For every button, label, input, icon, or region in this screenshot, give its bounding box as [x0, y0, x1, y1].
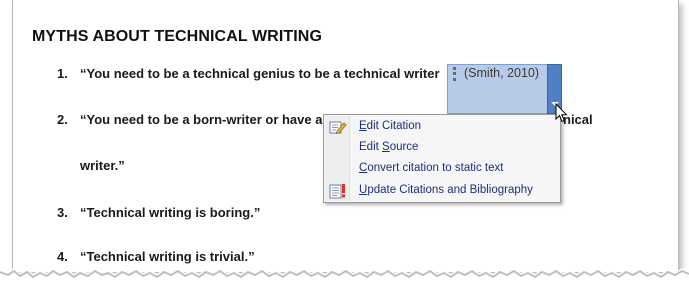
- citation-drag-handle[interactable]: [449, 66, 459, 82]
- menu-item-update-citations[interactable]: Update Citations and Bibliography: [325, 181, 559, 201]
- list-item-text: “Technical writing is boring.”: [80, 205, 261, 220]
- list-number: 4.: [57, 249, 68, 264]
- list-number: 3.: [57, 205, 68, 220]
- menu-item-label: Update Citations and Bibliography: [359, 184, 533, 196]
- menu-item-edit-source[interactable]: Edit Source: [325, 138, 559, 158]
- mouse-cursor-icon: [555, 103, 568, 123]
- menu-item-label: Edit Source: [359, 141, 419, 153]
- list-item-text: “Technical writing is trivial.”: [80, 249, 255, 264]
- citation-context-menu: Edit Citation Edit Source Convert citati…: [323, 114, 561, 203]
- update-bibliography-icon: [329, 184, 345, 199]
- menu-item-label: Convert citation to static text: [359, 162, 504, 174]
- menu-item-label: Edit Citation: [359, 120, 422, 132]
- menu-item-edit-citation[interactable]: Edit Citation: [325, 117, 559, 137]
- list-item-text: “You need to be a born-writer or have a: [80, 112, 323, 127]
- list-number: 1.: [57, 66, 68, 81]
- list-number: 2.: [57, 112, 68, 127]
- menu-item-convert-citation[interactable]: Convert citation to static text: [325, 159, 559, 179]
- document-heading: MYTHS ABOUT TECHNICAL WRITING: [32, 28, 322, 45]
- edit-citation-icon: [329, 121, 347, 135]
- list-item-continuation: writer.”: [80, 158, 125, 173]
- citation-text[interactable]: (Smith, 2010): [464, 66, 539, 80]
- list-item-text: “You need to be a technical genius to be…: [80, 66, 440, 81]
